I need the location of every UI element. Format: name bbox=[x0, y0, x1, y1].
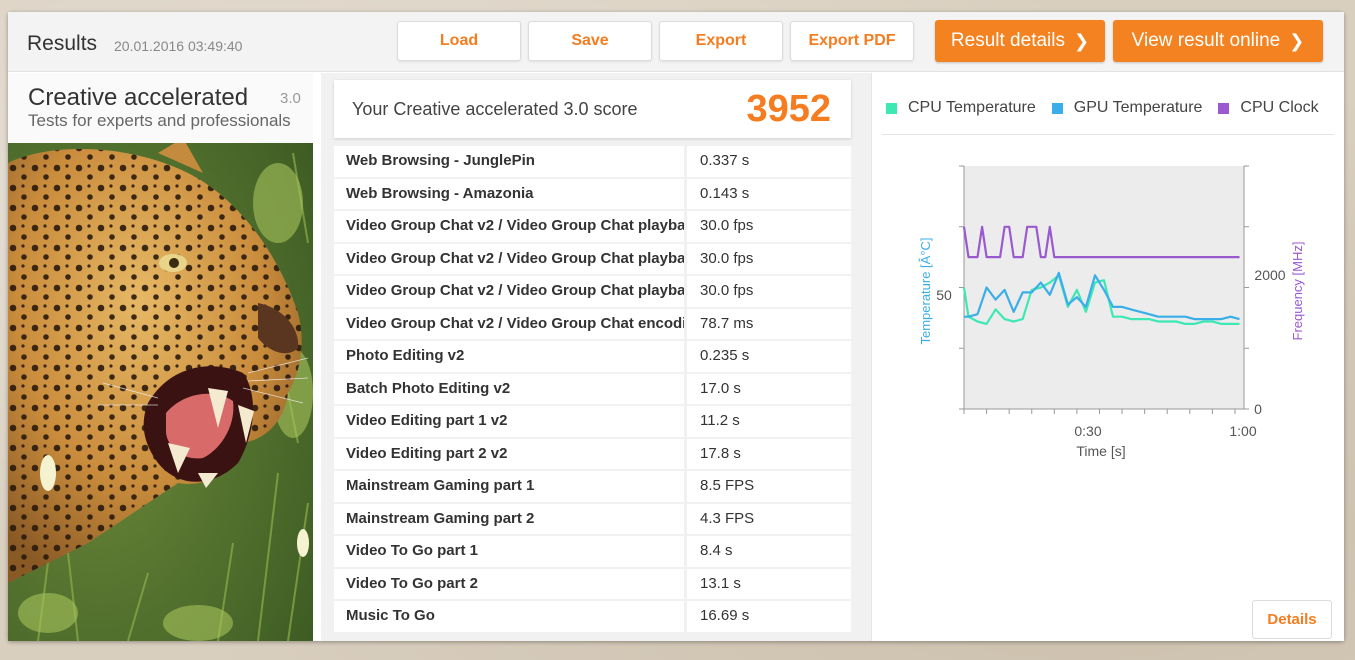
result-row[interactable]: Video Group Chat v2 / Video Group Chat p… bbox=[334, 211, 851, 242]
result-name: Video Group Chat v2 / Video Group Chat p… bbox=[334, 243, 684, 274]
result-row[interactable]: Music To Go 16.69 s bbox=[334, 601, 851, 632]
result-value: 0.143 s bbox=[687, 178, 851, 209]
result-row[interactable]: Video Editing part 2 v2 17.8 s bbox=[334, 438, 851, 469]
view-online-label: View result online bbox=[1131, 30, 1281, 51]
export-button[interactable]: Export bbox=[659, 21, 783, 61]
result-row[interactable]: Web Browsing - JunglePin 0.337 s bbox=[334, 146, 851, 177]
test-info-panel: Creative accelerated 3.0 Tests for exper… bbox=[8, 73, 313, 641]
result-row[interactable]: Video To Go part 2 13.1 s bbox=[334, 568, 851, 599]
y-right-tick-label: 0 bbox=[1254, 401, 1262, 417]
result-name: Music To Go bbox=[334, 601, 684, 632]
details-button[interactable]: Details bbox=[1252, 600, 1332, 639]
result-value: 16.69 s bbox=[687, 601, 851, 632]
result-value: 4.3 FPS bbox=[687, 503, 851, 534]
monitoring-panel: CPU Temperature GPU Temperature CPU Cloc… bbox=[871, 73, 1344, 641]
result-value: 17.8 s bbox=[687, 438, 851, 469]
y-right-tick-label: 2000 bbox=[1254, 267, 1285, 283]
result-value: 0.337 s bbox=[687, 146, 851, 177]
result-name: Video To Go part 2 bbox=[334, 568, 684, 599]
result-value: 30.0 fps bbox=[687, 211, 851, 242]
result-name: Web Browsing - JunglePin bbox=[334, 146, 684, 177]
page-title: Results bbox=[27, 32, 98, 55]
result-value: 8.4 s bbox=[687, 536, 851, 567]
result-value: 11.2 s bbox=[687, 406, 851, 437]
chevron-right-icon: ❯ bbox=[1073, 30, 1090, 51]
result-name: Video Group Chat v2 / Video Group Chat p… bbox=[334, 276, 684, 307]
x-axis-ticks bbox=[963, 409, 1236, 414]
result-details-button[interactable]: Result details ❯ bbox=[935, 20, 1105, 62]
test-version: 3.0 bbox=[280, 90, 301, 107]
right-axis-ticks bbox=[1244, 165, 1249, 410]
score-label: Your Creative accelerated 3.0 score bbox=[352, 99, 638, 119]
result-value: 8.5 FPS bbox=[687, 471, 851, 502]
result-name: Photo Editing v2 bbox=[334, 341, 684, 372]
result-name: Video To Go part 1 bbox=[334, 536, 684, 567]
header-bar: Results 20.01.2016 03:49:40 Load Save Ex… bbox=[8, 12, 1344, 72]
x-axis-title: Time [s] bbox=[1076, 443, 1125, 459]
result-row[interactable]: Batch Photo Editing v2 17.0 s bbox=[334, 373, 851, 404]
result-name: Video Editing part 1 v2 bbox=[334, 406, 684, 437]
result-row[interactable]: Mainstream Gaming part 2 4.3 FPS bbox=[334, 503, 851, 534]
results-panel: Your Creative accelerated 3.0 score 3952… bbox=[321, 73, 871, 641]
result-value: 0.235 s bbox=[687, 341, 851, 372]
test-description: Tests for experts and professionals bbox=[28, 111, 291, 130]
export-pdf-button[interactable]: Export PDF bbox=[790, 21, 914, 61]
result-value: 30.0 fps bbox=[687, 276, 851, 307]
result-name: Mainstream Gaming part 2 bbox=[334, 503, 684, 534]
leopard-image bbox=[8, 143, 313, 641]
result-value: 17.0 s bbox=[687, 373, 851, 404]
result-row[interactable]: Mainstream Gaming part 1 8.5 FPS bbox=[334, 471, 851, 502]
result-details-label: Result details bbox=[950, 30, 1065, 51]
result-value: 30.0 fps bbox=[687, 243, 851, 274]
chevron-right-icon: ❯ bbox=[1289, 30, 1305, 51]
result-row[interactable]: Photo Editing v2 0.235 s bbox=[334, 341, 851, 372]
x-tick-label: 0:30 bbox=[1074, 423, 1101, 439]
score-value: 3952 bbox=[746, 88, 831, 130]
x-tick-label: 1:00 bbox=[1229, 423, 1256, 439]
test-name: Creative accelerated bbox=[28, 84, 249, 111]
result-name: Video Editing part 2 v2 bbox=[334, 438, 684, 469]
result-row[interactable]: Web Browsing - Amazonia 0.143 s bbox=[334, 178, 851, 209]
y-left-tick-label: 50 bbox=[936, 287, 952, 303]
y-right-axis-title: Frequency [MHz] bbox=[1290, 242, 1305, 341]
result-row[interactable]: Video Group Chat v2 / Video Group Chat p… bbox=[334, 243, 851, 274]
result-name: Mainstream Gaming part 1 bbox=[334, 471, 684, 502]
result-row[interactable]: Video Group Chat v2 / Video Group Chat e… bbox=[334, 308, 851, 339]
load-button[interactable]: Load bbox=[397, 21, 521, 61]
result-row[interactable]: Video Group Chat v2 / Video Group Chat p… bbox=[334, 276, 851, 307]
plot-area bbox=[964, 166, 1244, 409]
results-window: Results 20.01.2016 03:49:40 Load Save Ex… bbox=[8, 12, 1344, 641]
y-left-axis-title: Temperature [Â°C] bbox=[918, 237, 933, 344]
result-name: Video Group Chat v2 / Video Group Chat e… bbox=[334, 308, 684, 339]
view-online-button[interactable]: View result online ❯ bbox=[1113, 20, 1323, 62]
monitoring-chart: 50 2000 0 0:30 1:00 Time [s] Temperature… bbox=[918, 165, 1305, 459]
result-value: 78.7 ms bbox=[687, 308, 851, 339]
save-button[interactable]: Save bbox=[528, 21, 652, 61]
timestamp: 20.01.2016 03:49:40 bbox=[114, 38, 243, 54]
result-name: Web Browsing - Amazonia bbox=[334, 178, 684, 209]
result-name: Batch Photo Editing v2 bbox=[334, 373, 684, 404]
result-value: 13.1 s bbox=[687, 568, 851, 599]
score-box: Your Creative accelerated 3.0 score 3952 bbox=[334, 80, 851, 138]
left-axis-ticks bbox=[959, 165, 964, 410]
results-table: Web Browsing - JunglePin 0.337 s Web Brows… bbox=[334, 146, 851, 634]
result-row[interactable]: Video Editing part 1 v2 11.2 s bbox=[334, 406, 851, 437]
result-name: Video Group Chat v2 / Video Group Chat p… bbox=[334, 211, 684, 242]
result-row[interactable]: Video To Go part 1 8.4 s bbox=[334, 536, 851, 567]
